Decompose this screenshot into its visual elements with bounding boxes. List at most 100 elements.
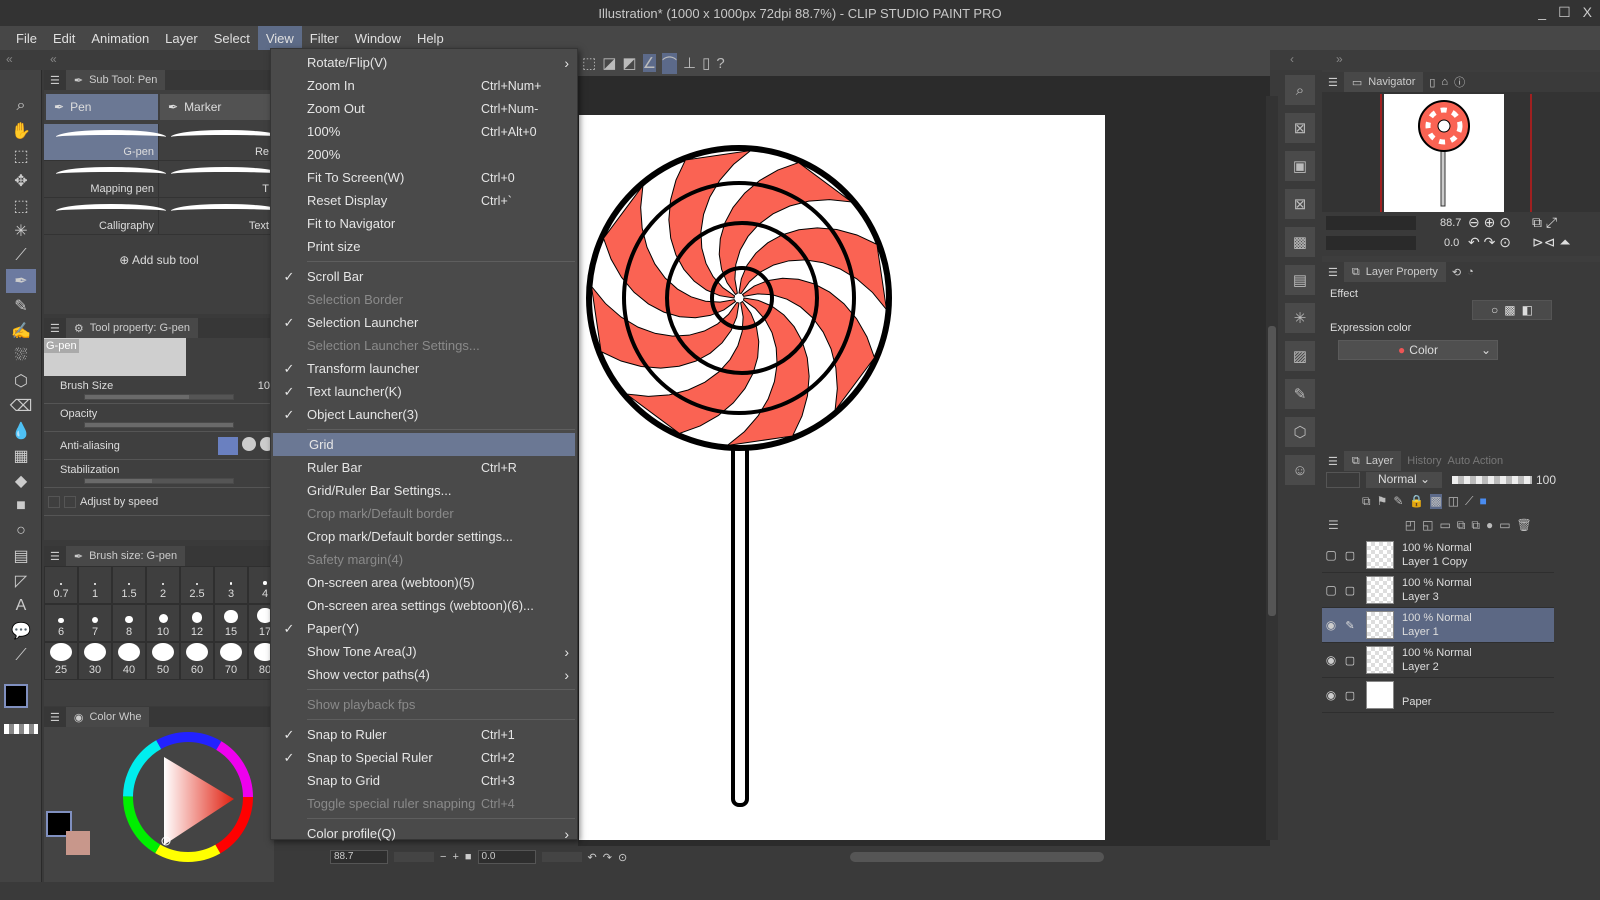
gradient-icon[interactable]: ■ xyxy=(6,494,36,518)
brush-size-option[interactable]: 1.5 xyxy=(112,566,146,604)
new-raster-layer-icon[interactable]: ◰ xyxy=(1405,518,1416,533)
zoom-field[interactable]: 88.7 xyxy=(330,850,388,864)
layer-row[interactable]: ◉ ✎ 100 % Normal Layer 1 xyxy=(1322,608,1554,643)
brush-size-option[interactable]: 25 xyxy=(44,642,78,680)
collapse-left-icon[interactable]: « xyxy=(6,52,13,66)
decoration-icon[interactable]: ⬡ xyxy=(6,369,36,393)
layer-row[interactable]: ◉ ▢ Paper xyxy=(1322,678,1554,713)
menu-edit[interactable]: Edit xyxy=(45,26,83,50)
effect-buttons[interactable]: ○ ▩ ◧ xyxy=(1472,300,1552,320)
menu-filter[interactable]: Filter xyxy=(302,26,347,50)
brush-real-g-pen[interactable]: Re xyxy=(159,124,281,160)
menu-window[interactable]: Window xyxy=(347,26,409,50)
edit-pencil-icon[interactable]: ✎ xyxy=(1340,619,1360,632)
brush-size-option[interactable]: 60 xyxy=(180,642,214,680)
pen-tool-icon[interactable]: ✒ xyxy=(6,269,36,293)
view-menu-item[interactable]: ✓ Transform launcher xyxy=(271,357,577,380)
frame-icon[interactable]: ▤ xyxy=(6,544,36,568)
layer-color-icon[interactable]: ■ xyxy=(1479,494,1486,509)
combine-icon[interactable]: ⧉ xyxy=(1471,518,1480,533)
group-marker[interactable]: ✒ Marker xyxy=(160,94,272,120)
view-menu-item[interactable]: ✓ Object Launcher(3) xyxy=(271,403,577,426)
navigator-rotate-slider[interactable] xyxy=(1326,236,1416,250)
view-menu-item[interactable]: Show Tone Area(J) › xyxy=(271,640,577,663)
menu-animation[interactable]: Animation xyxy=(83,26,157,50)
edit-target-toggle[interactable]: ▢ xyxy=(1340,549,1360,562)
lock-icon[interactable]: 🔒 xyxy=(1409,494,1424,509)
subview-tab-icon[interactable]: ▯ xyxy=(1429,76,1435,89)
eye-icon[interactable]: ◉ xyxy=(1322,618,1340,632)
color-tab-icon[interactable]: ◔ xyxy=(1467,266,1474,278)
adjust-speed-checkbox[interactable] xyxy=(64,495,76,508)
vertical-scroll-thumb[interactable] xyxy=(1268,326,1276,616)
edit-target-toggle[interactable]: ▢ xyxy=(1340,654,1360,667)
search-material-icon[interactable]: ⌕ xyxy=(1284,74,1316,106)
menu-select[interactable]: Select xyxy=(206,26,258,50)
view-menu-item[interactable]: Snap to Grid Ctrl+3 xyxy=(271,769,577,792)
visibility-toggle[interactable]: ▢ xyxy=(1322,583,1340,597)
device-icon[interactable]: ▯ xyxy=(702,54,710,72)
view-menu-item[interactable]: ✓ Snap to Special Ruler Ctrl+2 xyxy=(271,746,577,769)
menu-icon[interactable]: ☰ xyxy=(50,550,60,563)
tab-auto-action[interactable]: Auto Action xyxy=(1448,455,1504,467)
view-menu-item[interactable]: Rotate/Flip(V) › xyxy=(271,51,577,74)
border-effect-icon[interactable]: ○ xyxy=(1491,303,1498,317)
material-3d-icon[interactable]: ⬡ xyxy=(1284,416,1316,448)
menu-icon[interactable]: ☰ xyxy=(1328,455,1338,468)
new-vector-layer-icon[interactable]: ◱ xyxy=(1422,518,1433,533)
fit-window-icon[interactable]: ⧉ ⤢ xyxy=(1532,214,1557,231)
layer-opacity-value[interactable]: 100 xyxy=(1536,473,1556,487)
zoom-out-icon[interactable]: − xyxy=(440,851,446,863)
transform-icon[interactable]: ⬚ xyxy=(582,54,596,72)
visibility-toggle[interactable]: ▢ xyxy=(1322,548,1340,562)
layer-row[interactable]: ▢ ▢ 100 % Normal Layer 3 xyxy=(1322,573,1554,608)
rotate-left-icon[interactable]: ↶ xyxy=(588,851,597,864)
view-menu-item[interactable]: ✓ Text launcher(K) xyxy=(271,380,577,403)
selection-tool-icon[interactable]: ⬚ xyxy=(6,194,36,218)
mesh-icon[interactable]: ▦ xyxy=(6,444,36,468)
brush-size-option[interactable]: 12 xyxy=(180,604,214,642)
brush-size-option[interactable]: 70 xyxy=(214,642,248,680)
search-tab-icon[interactable]: ⌂ xyxy=(1441,76,1448,88)
clip-icon[interactable]: ⧉ xyxy=(1362,494,1371,509)
view-menu-item[interactable]: ✓ Snap to Ruler Ctrl+1 xyxy=(271,723,577,746)
view-menu-item[interactable]: Grid xyxy=(273,433,575,456)
add-sub-tool-button[interactable]: ⊕ Add sub tool xyxy=(44,253,274,267)
zoom-tool-icon[interactable]: ⌕ xyxy=(6,94,36,118)
brush-size-option[interactable]: 2.5 xyxy=(180,566,214,604)
draft-icon[interactable]: ✎ xyxy=(1393,494,1403,509)
transparent-swatch[interactable] xyxy=(4,724,38,734)
minimize-button[interactable]: _ xyxy=(1538,4,1546,21)
opacity-slider[interactable] xyxy=(84,422,234,428)
text-icon[interactable]: A xyxy=(6,594,36,618)
eye-icon[interactable]: ◉ xyxy=(1322,653,1340,667)
view-menu-item[interactable]: Color profile(Q) › xyxy=(271,822,577,845)
brush-size-option[interactable]: 50 xyxy=(146,642,180,680)
menu-file[interactable]: File xyxy=(8,26,45,50)
close-button[interactable]: X xyxy=(1583,4,1592,21)
clear-outside-icon[interactable]: ◪ xyxy=(602,54,616,72)
layer-color-icon[interactable]: ◧ xyxy=(1522,303,1533,317)
view-menu-item[interactable]: ✓ Paper(Y) xyxy=(271,617,577,640)
help-icon[interactable]: ? xyxy=(716,55,724,72)
material-figure-icon[interactable]: ☺ xyxy=(1284,454,1316,486)
brush-size-option[interactable]: 15 xyxy=(214,604,248,642)
menu-layer[interactable]: Layer xyxy=(157,26,206,50)
material-folder-x-icon[interactable]: ⊠ xyxy=(1284,188,1316,220)
correct-line-icon[interactable]: ⟋ xyxy=(6,644,36,668)
delete-layer-icon[interactable]: 🗑 xyxy=(1517,518,1532,533)
view-menu-item[interactable]: Show vector paths(4) › xyxy=(271,663,577,686)
horizontal-scroll-thumb[interactable] xyxy=(850,852,1104,862)
mask-add-icon[interactable]: ● xyxy=(1486,518,1493,533)
view-menu-item[interactable]: On-screen area settings (webtoon)(6)... xyxy=(271,594,577,617)
material-tone-icon[interactable]: ▩ xyxy=(1284,226,1316,258)
zoom-in-icon[interactable]: + xyxy=(452,851,458,863)
hand-tool-icon[interactable]: ✋ xyxy=(6,119,36,143)
brush-turnip-pen[interactable]: T xyxy=(159,161,281,197)
rotate-field[interactable]: 0.0 xyxy=(477,850,536,864)
material-effect-icon[interactable]: ✳ xyxy=(1284,302,1316,334)
layer-color-select[interactable] xyxy=(1326,472,1360,488)
tab-history[interactable]: History xyxy=(1407,455,1441,467)
menu-icon[interactable]: ☰ xyxy=(50,711,60,724)
fill-selection-icon[interactable]: ◩ xyxy=(622,54,636,72)
